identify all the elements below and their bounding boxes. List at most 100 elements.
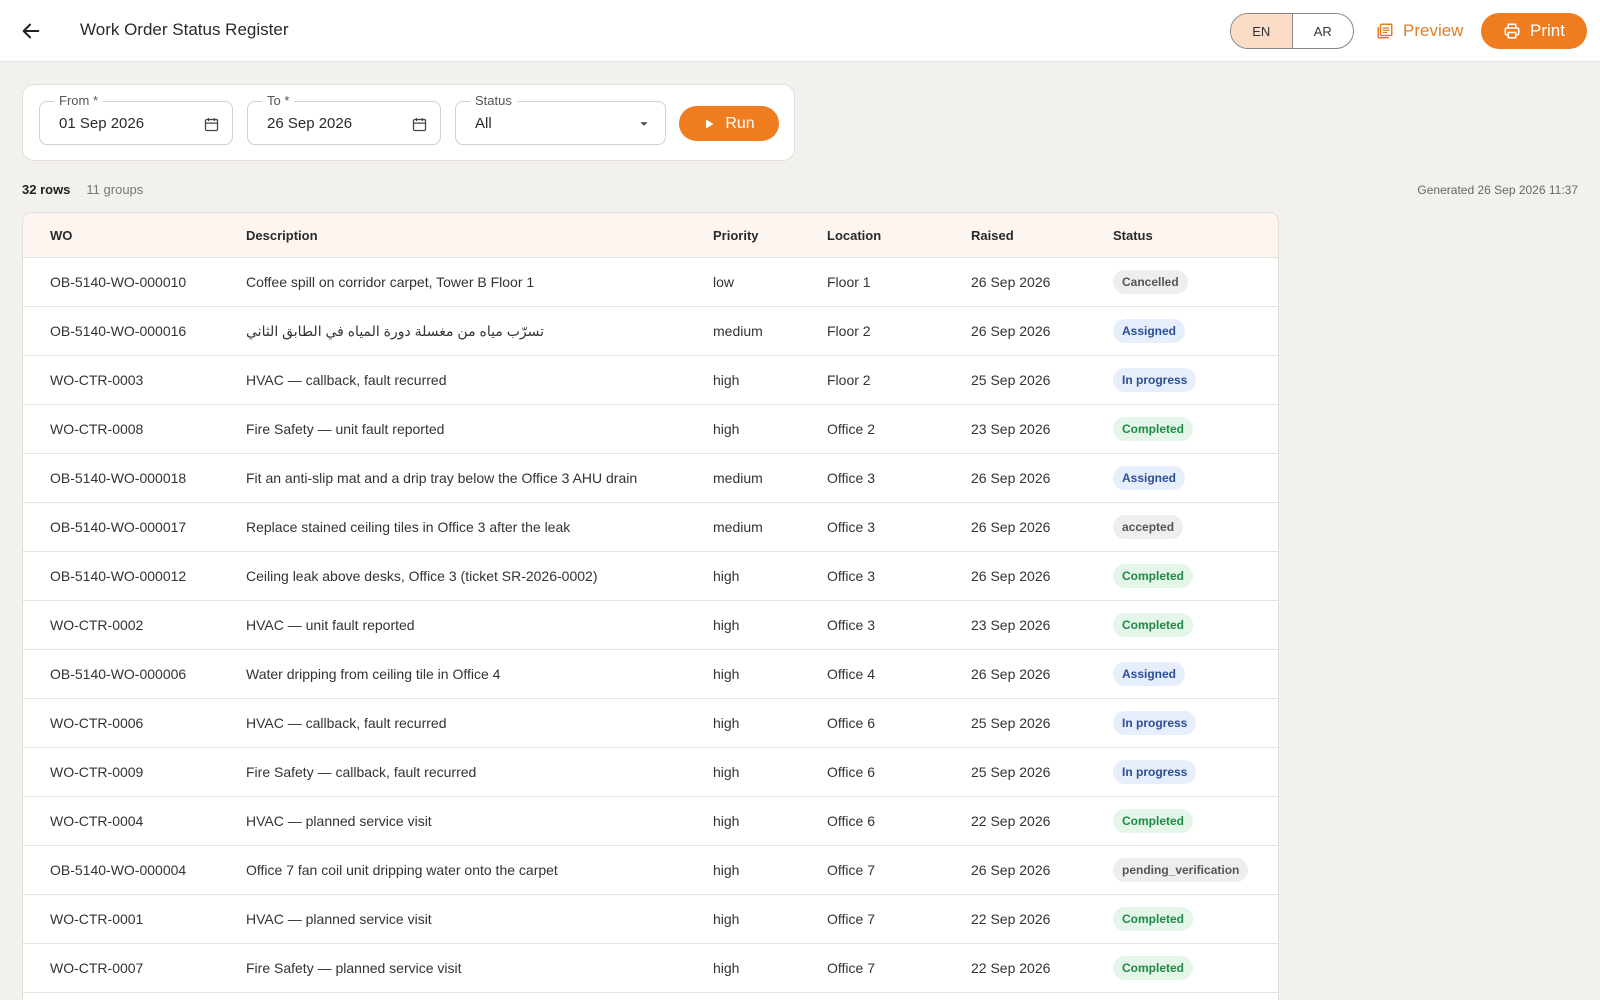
priority-cell: medium <box>713 323 763 339</box>
location-cell: Office 7 <box>827 911 875 927</box>
description-cell: HVAC — callback, fault recurred <box>246 372 447 388</box>
wo-cell: OB-5140-WO-000017 <box>50 519 187 535</box>
description-cell: Coffee spill on corridor carpet, Tower B… <box>246 274 535 290</box>
table-row[interactable]: OB-5140-WO-000006 Water dripping from cei… <box>23 650 1278 699</box>
column-header-raised[interactable]: Raised <box>971 228 1014 243</box>
status-badge: In progress <box>1113 368 1197 392</box>
column-header-description[interactable]: Description <box>246 228 318 243</box>
column-header-priority[interactable]: Priority <box>713 228 759 243</box>
column-header-location[interactable]: Location <box>827 228 881 243</box>
location-cell: Floor 2 <box>827 323 871 339</box>
raised-date-cell: 26 Sep 2026 <box>971 323 1051 339</box>
table-row[interactable]: OB-5140-WO-000018 Fit an anti-slip mat an… <box>23 454 1278 503</box>
table-row[interactable]: OB-5140-WO-000004 Office 7 fan coil unit … <box>23 846 1278 895</box>
to-date-value: 26 Sep 2026 <box>267 115 353 132</box>
status-badge: Completed <box>1113 809 1194 833</box>
calendar-icon[interactable] <box>410 115 428 133</box>
location-cell: Office 3 <box>827 519 875 535</box>
wo-cell: WO-CTR-0002 <box>50 617 144 633</box>
arrow-left-icon <box>22 23 40 39</box>
to-date-field[interactable]: To * 26 Sep 2026 <box>247 93 441 145</box>
description-cell: Water dripping from ceiling tile in Offi… <box>246 666 501 682</box>
table-row[interactable]: WO-CTR-0006 HVAC — callback, fault recurr… <box>23 699 1278 748</box>
table-row[interactable]: WO-CTR-0009 Fire Safety — callback, fault… <box>23 748 1278 797</box>
status-badge: Completed <box>1113 417 1194 441</box>
back-button[interactable] <box>18 18 44 44</box>
priority-cell: high <box>713 715 740 731</box>
description-cell: Fire Safety — unit fault reported <box>246 421 445 437</box>
wo-cell: WO-CTR-0007 <box>50 960 144 976</box>
raised-date-cell: 25 Sep 2026 <box>971 372 1051 388</box>
table-row[interactable]: WO-CTR-0002 HVAC — unit fault reported hig… <box>23 601 1278 650</box>
run-button[interactable]: Run <box>679 106 779 141</box>
raised-date-cell: 26 Sep 2026 <box>971 862 1051 878</box>
raised-date-cell: 25 Sep 2026 <box>971 715 1051 731</box>
table-row[interactable]: WO-CTR-0004 HVAC — planned service visit h… <box>23 797 1278 846</box>
group-count: 11 groups <box>86 182 144 197</box>
priority-cell: high <box>713 421 740 437</box>
location-cell: Office 3 <box>827 568 875 584</box>
wo-cell: WO-CTR-0009 <box>50 764 144 780</box>
status-badge: Assigned <box>1113 662 1186 686</box>
location-cell: Office 6 <box>827 813 875 829</box>
priority-cell: high <box>713 568 740 584</box>
table-row[interactable]: OB-5140-WO-000010 Coffee spill on corrido… <box>23 258 1278 307</box>
description-cell: HVAC — callback, fault recurred <box>246 715 447 731</box>
from-date-field[interactable]: From * 01 Sep 2026 <box>39 93 233 145</box>
raised-date-cell: 22 Sep 2026 <box>971 813 1051 829</box>
status-badge: accepted <box>1113 515 1184 539</box>
location-cell: Office 4 <box>827 666 875 682</box>
status-select[interactable]: Status All <box>455 93 666 145</box>
status-select-value: All <box>475 115 492 132</box>
description-cell: Fire Safety — planned service visit <box>246 960 462 976</box>
table-row[interactable]: OB-5140-WO-000017 Replace stained ceiling… <box>23 503 1278 552</box>
calendar-icon[interactable] <box>202 115 220 133</box>
status-badge: In progress <box>1113 760 1197 784</box>
wo-cell: OB-5140-WO-000010 <box>50 274 187 290</box>
to-date-label: To * <box>262 93 295 108</box>
location-cell: Floor 2 <box>827 372 871 388</box>
priority-cell: high <box>713 764 740 780</box>
description-cell: Fit an anti-slip mat and a drip tray bel… <box>246 470 638 486</box>
lang-en-button[interactable]: EN <box>1231 14 1292 48</box>
location-cell: Office 3 <box>827 470 875 486</box>
table-row[interactable]: OB-5140-WO-000016 تسرّب مياه من مغسلة دور… <box>23 307 1278 356</box>
table-row[interactable]: OB-5140-WO-000012 Ceiling leak above desk… <box>23 552 1278 601</box>
table-row[interactable]: WO-CTR-0008 Fire Safety — unit fault repo… <box>23 405 1278 454</box>
table-row[interactable]: WO-CTR-0001 HVAC — planned service visit h… <box>23 895 1278 944</box>
lang-ar-button[interactable]: AR <box>1291 14 1354 48</box>
description-cell: HVAC — planned service visit <box>246 813 432 829</box>
wo-cell: OB-5140-WO-000006 <box>50 666 187 682</box>
from-date-label: From * <box>54 93 103 108</box>
raised-date-cell: 25 Sep 2026 <box>971 764 1051 780</box>
priority-cell: medium <box>713 470 763 486</box>
priority-cell: high <box>713 862 740 878</box>
location-cell: Office 3 <box>827 617 875 633</box>
work-order-table: WO Description Priority Location Raised … <box>22 212 1279 1000</box>
description-cell: تسرّب مياه من مغسلة دورة المياه في الطاب… <box>246 323 544 339</box>
table-row[interactable]: WO-CTR-0007 Fire Safety — planned service… <box>23 944 1278 993</box>
wo-cell: OB-5140-WO-000012 <box>50 568 187 584</box>
raised-date-cell: 22 Sep 2026 <box>971 911 1051 927</box>
top-bar: Work Order Status Register EN AR Preview… <box>0 0 1600 62</box>
play-icon <box>706 119 714 128</box>
table-row[interactable]: WO-CTR-0003 HVAC — callback, fault recurr… <box>23 356 1278 405</box>
preview-button[interactable]: Preview <box>1376 18 1463 44</box>
raised-date-cell: 26 Sep 2026 <box>971 274 1051 290</box>
dropdown-caret-icon <box>635 115 653 133</box>
wo-cell: OB-5140-WO-000018 <box>50 470 187 486</box>
raised-date-cell: 26 Sep 2026 <box>971 470 1051 486</box>
wo-cell: WO-CTR-0001 <box>50 911 144 927</box>
filter-panel: From * 01 Sep 2026 To * 26 Sep 2026 Stat… <box>22 84 795 161</box>
column-header-status[interactable]: Status <box>1113 228 1153 243</box>
printer-icon <box>1504 23 1520 39</box>
column-header-wo[interactable]: WO <box>50 228 72 243</box>
description-cell: Office 7 fan coil unit dripping water on… <box>246 862 558 878</box>
priority-cell: high <box>713 666 740 682</box>
location-cell: Office 6 <box>827 715 875 731</box>
page-title: Work Order Status Register <box>80 20 289 39</box>
print-label: Print <box>1530 21 1565 40</box>
print-button[interactable]: Print <box>1481 13 1587 49</box>
table-body: OB-5140-WO-000010 Coffee spill on corrido… <box>23 258 1278 993</box>
row-count: 32 rows <box>22 182 71 197</box>
